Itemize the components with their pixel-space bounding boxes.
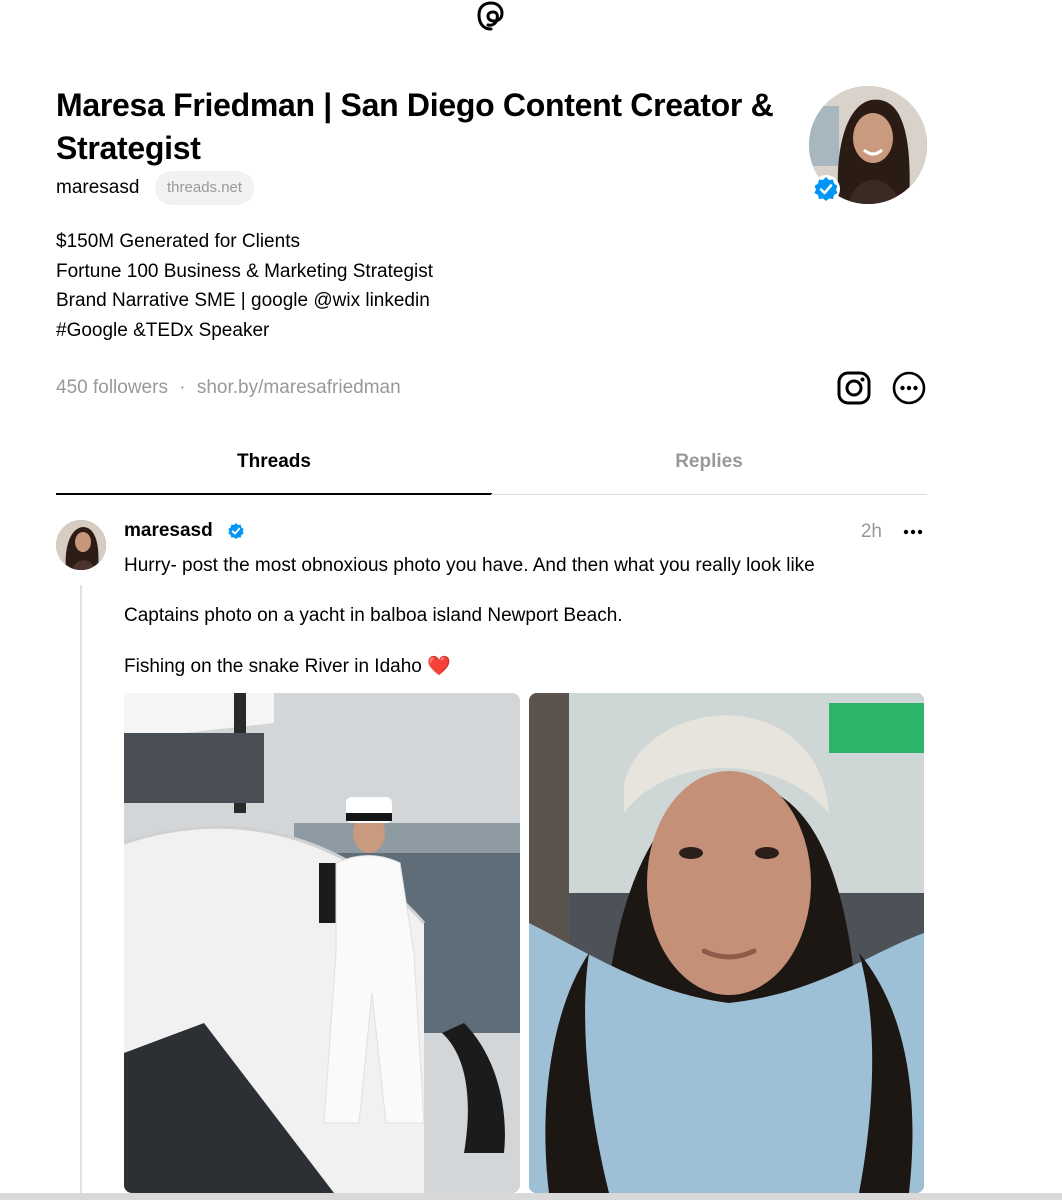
domain-badge: threads.net xyxy=(155,171,255,205)
bio-line: #Google &TEDx Speaker xyxy=(56,320,270,341)
profile-meta-row: 450 followers · shor.by/maresafriedman xyxy=(56,375,401,401)
post-more-icon[interactable] xyxy=(898,519,928,545)
post-text-line: Fishing on the snake River in Idaho ❤️ xyxy=(124,656,451,677)
bio-line: $150M Generated for Clients xyxy=(56,231,300,252)
instagram-icon[interactable] xyxy=(836,370,872,406)
bio-line: Brand Narrative SME | google @wix linked… xyxy=(56,290,430,311)
post-photo-yacht[interactable] xyxy=(124,693,520,1193)
more-options-icon[interactable] xyxy=(891,370,927,406)
tab-threads[interactable]: Threads xyxy=(56,440,492,494)
verified-badge-icon xyxy=(226,521,246,541)
followers-count[interactable]: 450 followers xyxy=(56,377,168,398)
post-text-line: Hurry- post the most obnoxious photo you… xyxy=(124,555,815,576)
post-author-avatar[interactable] xyxy=(56,520,106,570)
post-photo-fishing[interactable] xyxy=(529,693,924,1193)
profile-handle: maresasd xyxy=(56,177,140,198)
bio-line: Fortune 100 Business & Marketing Strateg… xyxy=(56,261,434,282)
post-timestamp: 2h xyxy=(860,521,882,542)
post-text-line: Captains photo on a yacht in balboa isla… xyxy=(124,605,623,626)
meta-separator: · xyxy=(179,377,186,398)
profile-name: Maresa Friedman | San Diego Content Crea… xyxy=(56,87,774,166)
tab-divider xyxy=(491,494,927,495)
tab-replies[interactable]: Replies xyxy=(491,440,927,494)
bottom-scrollbar[interactable] xyxy=(0,1193,1062,1200)
post-author-name[interactable]: maresasd xyxy=(124,518,213,544)
active-tab-indicator xyxy=(56,493,492,495)
thread-line xyxy=(80,585,82,1200)
verified-badge-icon xyxy=(811,174,841,204)
profile-link[interactable]: shor.by/maresafriedman xyxy=(197,377,401,398)
threads-logo-icon[interactable] xyxy=(474,0,508,32)
